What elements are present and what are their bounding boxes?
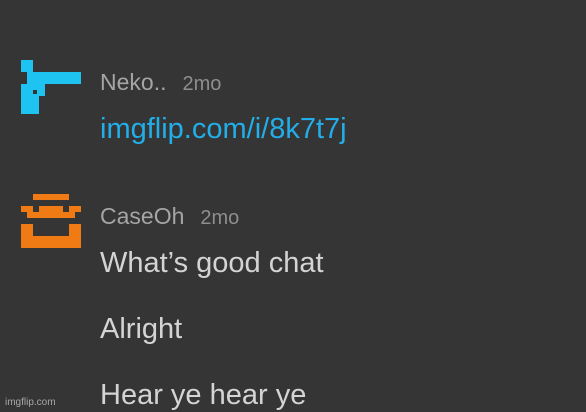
message-text: What’s good chat: [100, 247, 324, 279]
watermark: imgflip.com: [5, 397, 56, 408]
timestamp: 2mo: [182, 73, 222, 95]
avatar-graphic: [21, 194, 81, 248]
pistol-pixel-icon[interactable]: [21, 60, 81, 120]
comment: Neko.. 2mo imgflip.com/i/8k7t7j: [0, 0, 586, 170]
comment-meta: Neko.. 2mo: [100, 69, 221, 96]
face-pixel-icon[interactable]: [21, 194, 81, 254]
message-text: Hear ye hear ye: [100, 379, 307, 411]
comment: CaseOh 2mo What’s good chat Alright Hear …: [0, 170, 586, 411]
username[interactable]: CaseOh: [100, 203, 184, 229]
comment-meta: CaseOh 2mo: [100, 203, 239, 230]
message-link[interactable]: imgflip.com/i/8k7t7j: [100, 113, 347, 146]
timestamp: 2mo: [200, 207, 240, 229]
message-text: Alright: [100, 313, 183, 345]
avatar-graphic: [21, 60, 81, 114]
username[interactable]: Neko..: [100, 69, 166, 95]
